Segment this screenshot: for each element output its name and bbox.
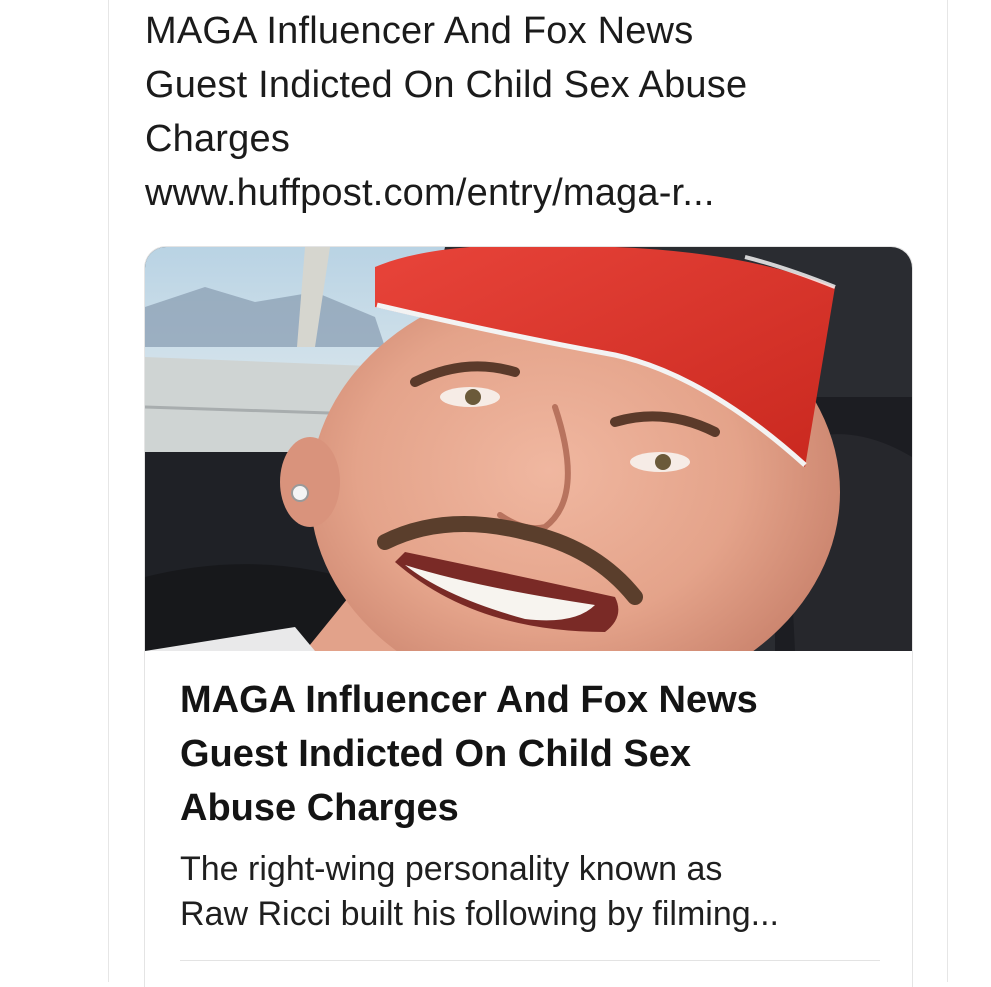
- card-description: The right-wing personality known as Raw …: [180, 847, 892, 937]
- post-text-line: Guest Indicted On Child Sex Abuse: [145, 64, 748, 106]
- link-preview-card[interactable]: MAGA Influencer And Fox News Guest Indic…: [144, 246, 913, 987]
- timeline-right-border: [947, 0, 948, 982]
- card-title[interactable]: MAGA Influencer And Fox News Guest Indic…: [180, 673, 880, 835]
- article-thumbnail-image[interactable]: [145, 247, 912, 651]
- card-divider: [180, 960, 880, 961]
- post-text-line: MAGA Influencer And Fox News: [145, 10, 694, 52]
- card-title-line: Abuse Charges: [180, 787, 459, 829]
- timeline-left-border: [108, 0, 109, 982]
- post-link[interactable]: www.huffpost.com/entry/maga-r...: [145, 166, 915, 220]
- post-body: MAGA Influencer And Fox News Guest Indic…: [145, 4, 915, 220]
- card-title-line: Guest Indicted On Child Sex: [180, 733, 691, 775]
- post-text-line: Charges: [145, 118, 291, 160]
- card-description-line: Raw Ricci built his following by filming…: [180, 895, 779, 933]
- card-description-line: The right-wing personality known as: [180, 850, 723, 888]
- card-title-line: MAGA Influencer And Fox News: [180, 679, 758, 721]
